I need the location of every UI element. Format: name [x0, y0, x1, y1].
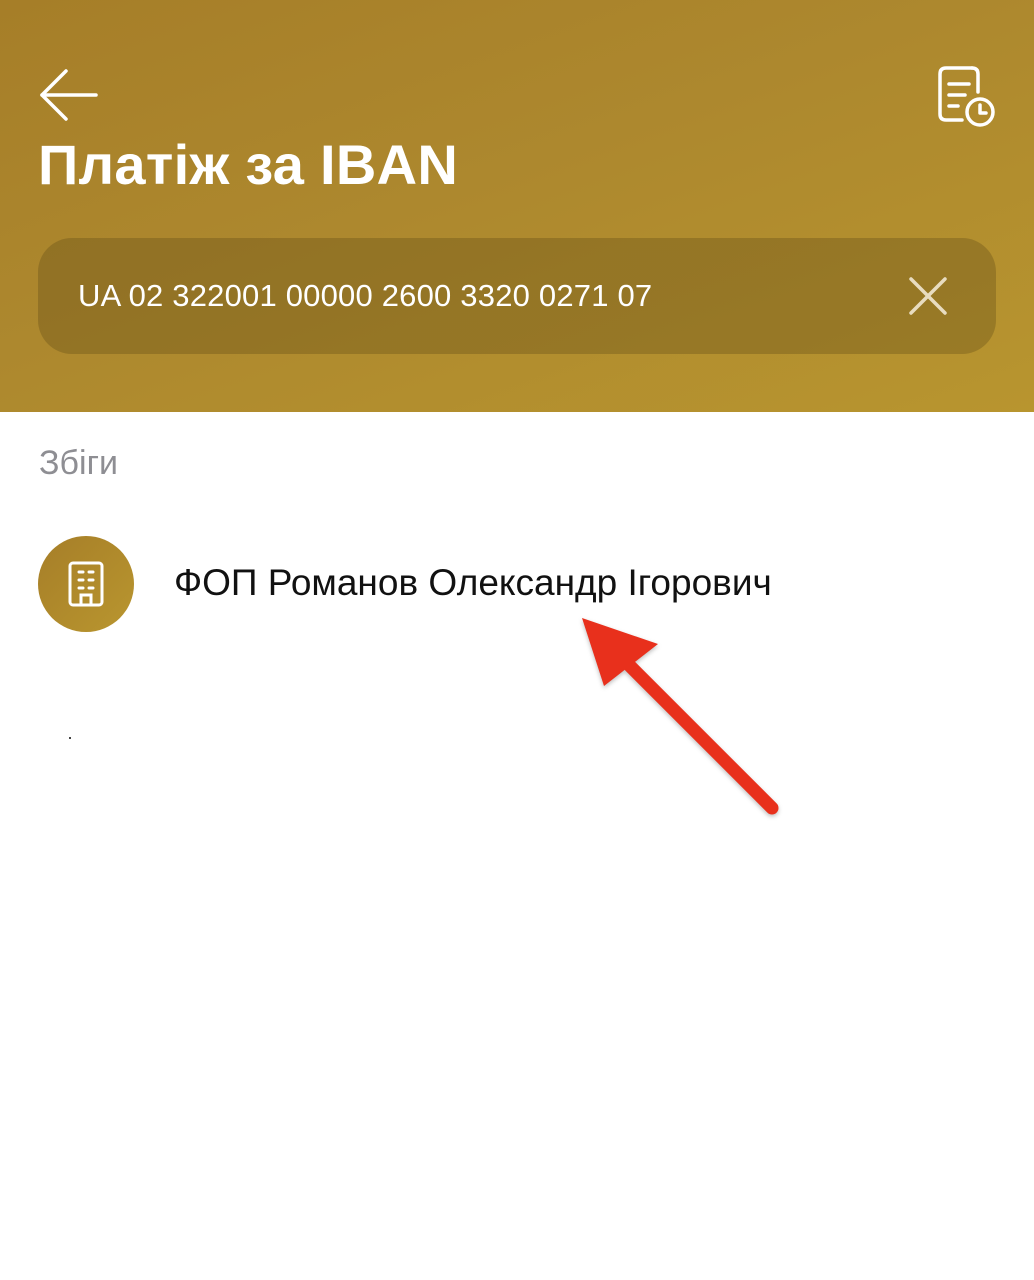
- header: Платіж за IBAN: [0, 0, 1034, 412]
- building-icon: [68, 561, 104, 607]
- payment-history-button[interactable]: [928, 62, 1000, 134]
- back-button[interactable]: [30, 60, 106, 130]
- clear-button[interactable]: [898, 266, 958, 326]
- match-list-item[interactable]: ФОП Романов Олександр Ігорович: [38, 536, 996, 634]
- iban-search-field[interactable]: [38, 238, 996, 354]
- stray-dot: [69, 737, 71, 739]
- document-clock-icon: [938, 66, 995, 127]
- matches-section-label: Збіги: [39, 444, 118, 482]
- arrow-left-icon: [40, 69, 98, 121]
- iban-input[interactable]: [78, 268, 878, 324]
- page-title: Платіж за IBAN: [38, 133, 459, 196]
- avatar: [38, 536, 134, 632]
- close-icon: [909, 277, 947, 315]
- iban-payment-screen: Платіж за IBAN Збіги: [0, 0, 1034, 1280]
- match-name: ФОП Романов Олександр Ігорович: [174, 562, 772, 603]
- annotation-arrow: [582, 618, 779, 815]
